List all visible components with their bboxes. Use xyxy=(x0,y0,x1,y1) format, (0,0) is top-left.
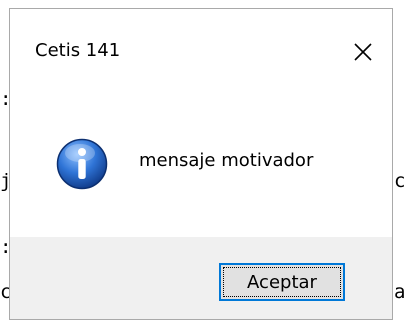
dialog-footer: Aceptar xyxy=(10,237,392,319)
background-text-fragment: a xyxy=(394,281,406,303)
background-text-fragment: c xyxy=(394,170,406,192)
dialog-body: mensaje motivador xyxy=(10,83,392,237)
dialog-message: mensaje motivador xyxy=(139,150,314,171)
close-button[interactable] xyxy=(334,24,392,80)
dialog-titlebar[interactable]: Cetis 141 xyxy=(10,9,392,83)
focus-rectangle xyxy=(223,267,341,297)
close-icon xyxy=(354,43,372,61)
information-icon xyxy=(56,138,108,190)
dialog-title: Cetis 141 xyxy=(35,40,121,61)
message-dialog: Cetis 141 mensaje motivador Aceptar xyxy=(9,8,393,320)
accept-button[interactable]: Aceptar xyxy=(219,263,345,301)
